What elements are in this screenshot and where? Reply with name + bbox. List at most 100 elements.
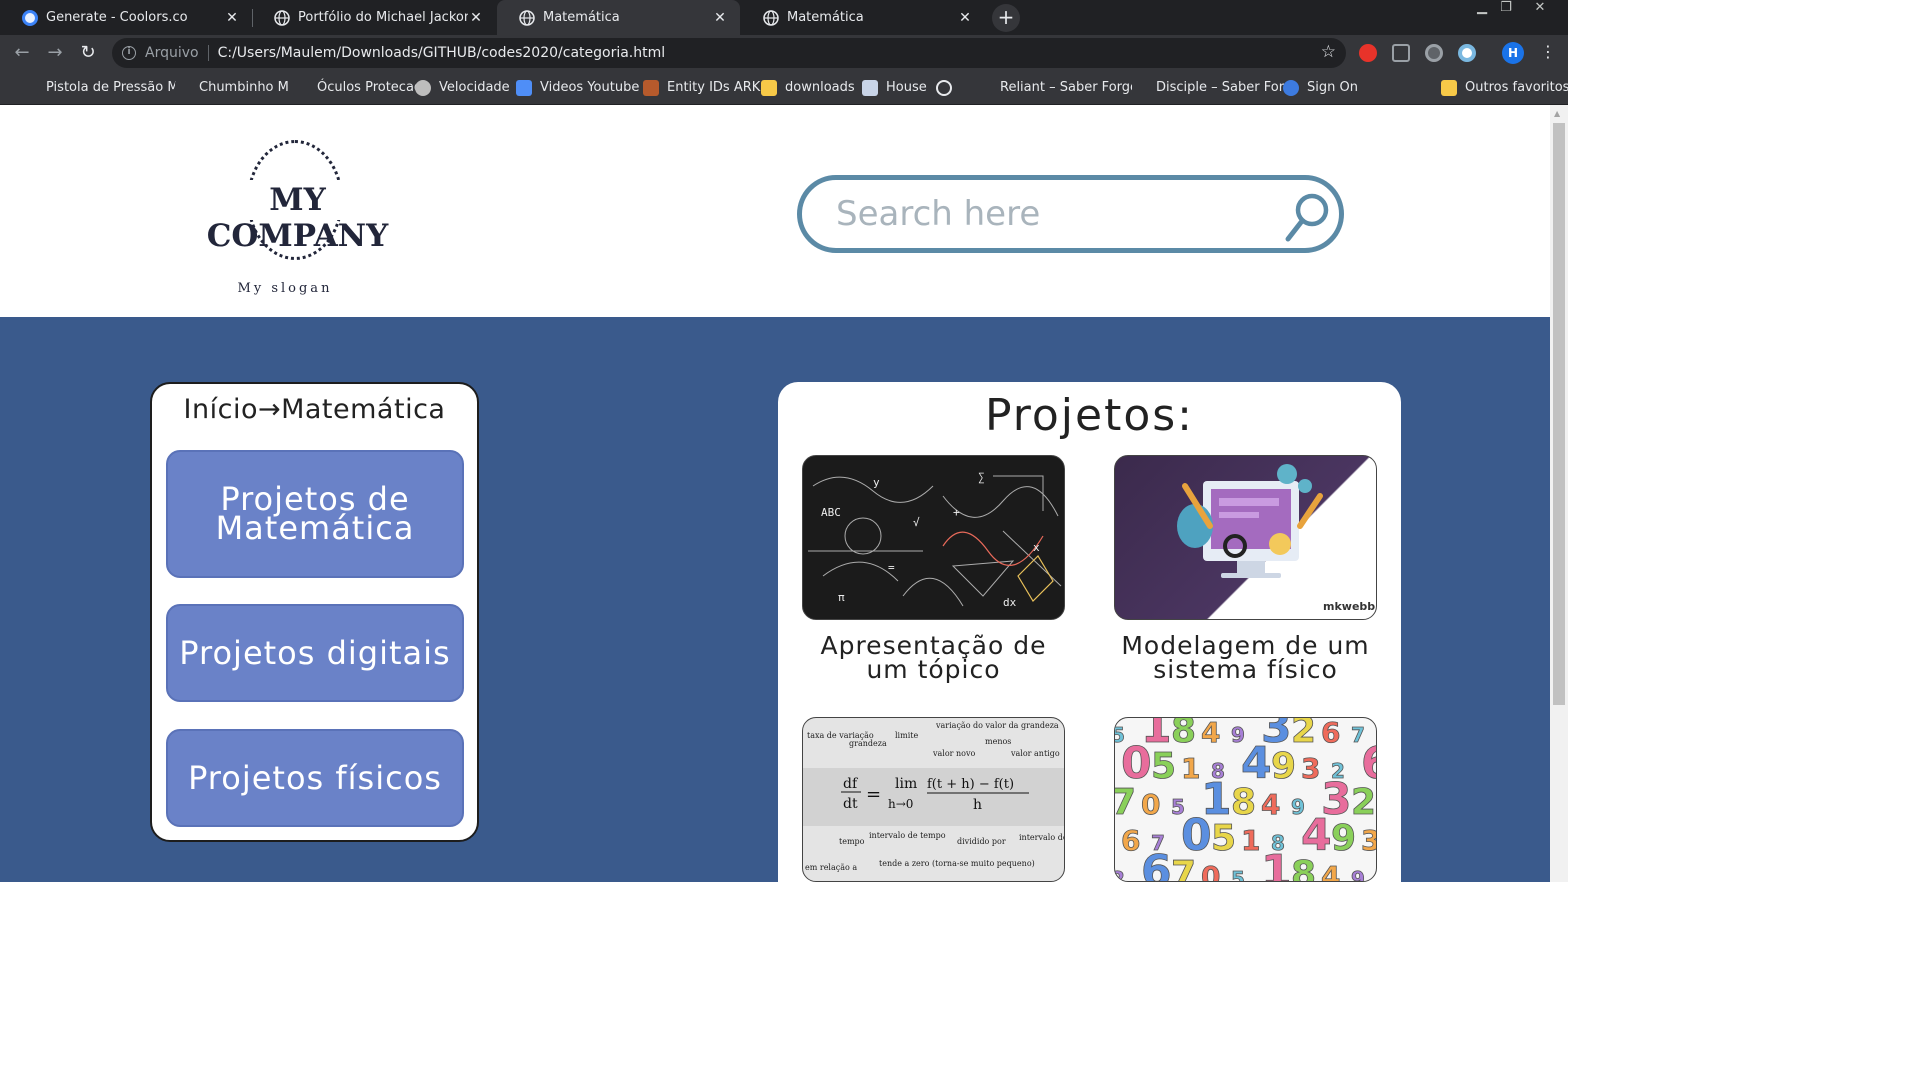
info-icon[interactable]: i [122, 46, 136, 60]
speed-favicon-icon [415, 79, 431, 96]
house-favicon-icon [862, 79, 878, 96]
tab-portfolio[interactable]: Portfólio do Michael Jackons ✕ [252, 0, 496, 35]
bookmark-item[interactable]: Entity IDs ARK [643, 71, 760, 104]
number-glyph: 3 [1301, 752, 1320, 785]
bookmark-item[interactable] [936, 71, 960, 104]
site-header: MY COMPANY My slogan [0, 105, 1550, 317]
bookmark-item[interactable]: Chumbinho M [175, 71, 289, 104]
project-item-numbers[interactable]: 5184932670518493267051849326705184932670… [1114, 717, 1377, 882]
profile-avatar[interactable]: H [1502, 42, 1524, 64]
back-icon[interactable]: ← [10, 41, 34, 65]
formula-label: intervalo de tempo [1019, 833, 1065, 842]
formula-label: limite [895, 731, 918, 740]
search-input[interactable] [836, 192, 1256, 236]
number-glyph: 8 [1291, 854, 1316, 882]
breadcrumb[interactable]: Início→Matemática [152, 394, 477, 425]
colorful-numbers: 5184932670518493267051849326705184932670… [1115, 718, 1377, 882]
tab-matematica[interactable]: Matemática ✕ [741, 0, 985, 35]
tab-coolors[interactable]: Generate - Coolors.co ✕ [0, 0, 252, 35]
chalk-symbol: dx [1003, 596, 1017, 609]
category-button-fisicos[interactable]: Projetos físicos [166, 729, 464, 827]
logo-slogan: My slogan [237, 281, 333, 296]
tab-title: Matemática [543, 10, 620, 25]
formula-lim: lim [895, 776, 917, 792]
derivative-thumbnail: taxa de variação grandeza limite variaçã… [802, 717, 1065, 882]
mkwebb-branding: mkwebb [1323, 600, 1375, 613]
formula-lhs-numerator: df [843, 776, 859, 792]
number-glyph: 6 [1121, 824, 1140, 857]
browser-toolbar: ← → ↻ i Arquivo C:/Users/Maulem/Download… [0, 35, 1568, 71]
bookmark-label: Disciple – Saber For... [1156, 80, 1296, 95]
page-scrollbar[interactable]: ▲ [1550, 105, 1568, 882]
number-glyph: 5 [1231, 867, 1245, 882]
extension-circle-icon[interactable] [1425, 44, 1443, 62]
project-item-formula[interactable]: taxa de variação grandeza limite variaçã… [802, 717, 1065, 882]
category-button-digitais[interactable]: Projetos digitais [166, 604, 464, 702]
bookmark-item[interactable]: downloads [761, 71, 855, 104]
number-glyph: 5 [1151, 746, 1176, 787]
number-glyph: 3 [1361, 824, 1377, 857]
kebab-menu-icon[interactable]: ⋮ [1540, 42, 1556, 61]
chalkboard-thumbnail: ABC x y √ ∑ π dx = + [802, 455, 1065, 620]
forward-icon[interactable]: → [43, 41, 67, 65]
bookmark-item[interactable]: Óculos Protecao [293, 71, 422, 104]
close-tab-icon[interactable]: ✕ [224, 10, 240, 26]
close-window-icon[interactable]: ✕ [1526, 0, 1554, 18]
bookmark-star-icon[interactable]: ☆ [1321, 42, 1336, 62]
search-box [797, 175, 1344, 253]
address-bar[interactable]: i Arquivo C:/Users/Maulem/Downloads/GITH… [112, 38, 1346, 68]
bookmark-favicon-icon [1132, 79, 1148, 96]
formula-numerator: f(t + h) − f(t) [927, 777, 1014, 792]
bookmark-favicon-icon [976, 79, 992, 96]
project-item-modelagem[interactable]: mkwebb Modelagem de um sistema físico [1114, 455, 1377, 682]
number-glyph: 6 [1141, 846, 1172, 882]
bookmark-item[interactable]: Disciple – Saber For... [1132, 71, 1295, 104]
number-glyph: 1 [1181, 752, 1200, 785]
bookmark-item[interactable]: Velocidade [415, 71, 510, 104]
close-tab-icon[interactable]: ✕ [957, 10, 973, 26]
globe-icon [274, 9, 290, 26]
project-caption: Modelagem de um sistema físico [1121, 631, 1370, 684]
number-glyph: 6 [1321, 718, 1340, 749]
scroll-up-icon[interactable]: ▲ [1554, 109, 1560, 118]
category-button-matematica[interactable]: Projetos de Matemática [166, 450, 464, 578]
other-bookmarks[interactable]: Outros favoritos [1441, 71, 1569, 104]
tab-title: Matemática [787, 10, 864, 25]
bookmark-item[interactable]: Videos Youtube [516, 71, 639, 104]
bookmark-item[interactable]: Sign On [1283, 71, 1358, 104]
category-card: Início→Matemática Projetos de Matemática… [150, 382, 479, 842]
extension-red-icon[interactable] [1359, 44, 1377, 62]
bookmark-item[interactable]: House [862, 71, 927, 104]
new-tab-button[interactable]: + [992, 4, 1020, 32]
reload-icon[interactable]: ↻ [76, 41, 100, 65]
extension-pdf-icon[interactable] [1392, 44, 1410, 62]
close-tab-icon[interactable]: ✕ [712, 10, 728, 26]
formula-label: valor novo [932, 749, 976, 758]
address-url[interactable]: C:/Users/Maulem/Downloads/GITHUB/codes20… [218, 45, 666, 61]
bookmark-item[interactable]: Reliant – Saber Forge [976, 71, 1138, 104]
project-item-apresentacao[interactable]: ABC x y √ ∑ π dx = + Apresentação de um tópico [802, 455, 1065, 682]
close-tab-icon[interactable]: ✕ [468, 10, 484, 26]
search-icon[interactable] [1284, 192, 1332, 244]
globe-icon [936, 79, 952, 96]
chalk-symbol: x [1033, 541, 1040, 554]
number-glyph: 0 [1201, 860, 1220, 882]
company-logo[interactable]: MY COMPANY My slogan [185, 140, 410, 300]
bookmark-label: Pistola de Pressão M [46, 80, 179, 95]
extension-blue-icon[interactable] [1458, 44, 1476, 62]
projects-title: Projetos: [984, 390, 1195, 441]
bookmark-label: Óculos Protecao [317, 80, 422, 95]
tab-matematica-active[interactable]: Matemática ✕ [497, 0, 740, 35]
coolors-favicon-icon [22, 9, 38, 26]
derivative-formula: taxa de variação grandeza limite variaçã… [803, 721, 1065, 872]
scrollbar-thumb[interactable] [1553, 123, 1565, 705]
formula-lhs-denominator: dt [843, 796, 858, 812]
bookmark-item[interactable]: Pistola de Pressão M [22, 71, 179, 104]
ark-favicon-icon [643, 79, 659, 96]
restore-icon[interactable]: ❐ [1492, 0, 1520, 18]
number-glyph: 8 [1231, 782, 1256, 823]
chalkboard-drawing: ABC x y √ ∑ π dx = + [808, 471, 1062, 609]
tab-strip: Generate - Coolors.co ✕ Portfólio do Mic… [0, 0, 1568, 35]
bookmark-label: Entity IDs ARK [667, 80, 761, 95]
page-viewport: MY COMPANY My slogan Início→Matemática P… [0, 105, 1550, 882]
